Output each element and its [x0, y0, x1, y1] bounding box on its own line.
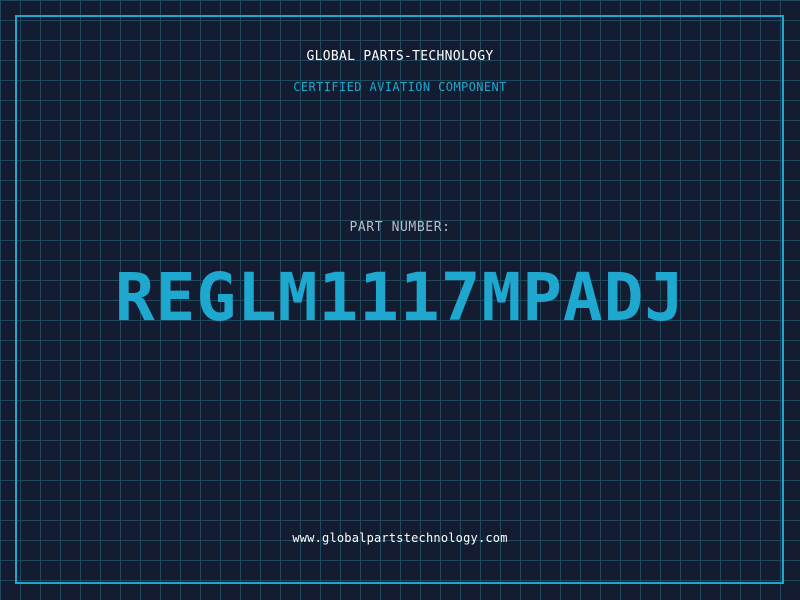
- company-name: GLOBAL PARTS-TECHNOLOGY: [306, 49, 494, 64]
- part-number-label: PART NUMBER:: [349, 220, 451, 235]
- part-card: GLOBAL PARTS-TECHNOLOGY CERTIFIED AVIATI…: [0, 0, 800, 600]
- certification-subtitle: CERTIFIED AVIATION COMPONENT: [293, 80, 507, 94]
- part-number-value: REGLM1117MPADJ: [114, 259, 686, 336]
- website-url[interactable]: www.globalpartstechnology.com: [0, 531, 800, 545]
